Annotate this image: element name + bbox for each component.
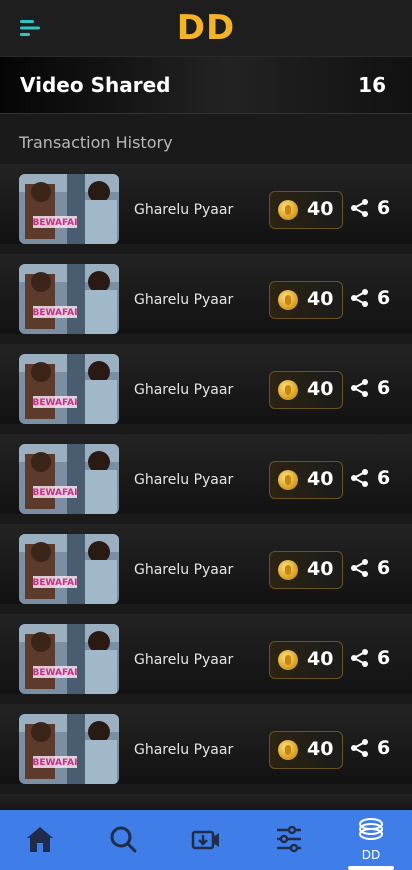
coin-icon <box>278 200 298 220</box>
share-count: 6 <box>377 467 391 489</box>
share-count: 6 <box>377 647 391 669</box>
coin-amount: 40 <box>307 198 334 220</box>
bottom-nav: DD <box>0 810 412 870</box>
thumbnail-title: BEWAFAI <box>33 668 78 678</box>
video-download-icon <box>191 830 219 850</box>
nav-dd-label: DD <box>361 848 381 862</box>
filter-sliders-icon <box>277 825 301 853</box>
coin-badge: 40 <box>269 191 343 229</box>
share-count: 6 <box>377 557 391 579</box>
coin-icon <box>278 740 298 760</box>
coin-icon <box>278 650 298 670</box>
video-thumbnail: BEWAFAI <box>19 354 119 424</box>
coin-amount: 40 <box>307 648 334 670</box>
transaction-row[interactable]: BEWAFAI Gharelu Pyaar 40 6 <box>0 524 412 604</box>
nav-video-download[interactable] <box>176 810 236 870</box>
transaction-list: BEWAFAI Gharelu Pyaar 40 6 BEWAFAI Ghare… <box>0 164 412 824</box>
video-shared-summary: Video Shared 16 <box>0 57 412 114</box>
video-title: Gharelu Pyaar <box>134 742 234 758</box>
share-icon[interactable] <box>350 648 370 668</box>
transaction-row[interactable]: BEWAFAI Gharelu Pyaar 40 6 <box>0 254 412 334</box>
video-title: Gharelu Pyaar <box>134 292 234 308</box>
video-title: Gharelu Pyaar <box>134 382 234 398</box>
coin-badge: 40 <box>269 641 343 679</box>
coin-badge: 40 <box>269 371 343 409</box>
nav-filters[interactable] <box>259 810 319 870</box>
coin-icon <box>278 380 298 400</box>
share-icon[interactable] <box>350 378 370 398</box>
coin-icon <box>278 560 298 580</box>
video-thumbnail: BEWAFAI <box>19 714 119 784</box>
thumbnail-title: BEWAFAI <box>33 758 78 768</box>
video-thumbnail: BEWAFAI <box>19 264 119 334</box>
coin-badge: 40 <box>269 551 343 589</box>
nav-dd[interactable]: DD <box>341 810 401 870</box>
transaction-row[interactable]: BEWAFAI Gharelu Pyaar 40 6 <box>0 164 412 244</box>
share-count: 6 <box>377 197 391 219</box>
share-icon[interactable] <box>350 738 370 758</box>
coin-amount: 40 <box>307 468 334 490</box>
transaction-row[interactable]: BEWAFAI Gharelu Pyaar 40 6 <box>0 344 412 424</box>
coin-badge: 40 <box>269 281 343 319</box>
thumbnail-title: BEWAFAI <box>33 578 78 588</box>
coin-amount: 40 <box>307 378 334 400</box>
share-count: 6 <box>377 377 391 399</box>
share-count: 6 <box>377 287 391 309</box>
video-thumbnail: BEWAFAI <box>19 444 119 514</box>
coin-amount: 40 <box>307 288 334 310</box>
coin-icon <box>278 290 298 310</box>
share-icon[interactable] <box>350 198 370 218</box>
video-title: Gharelu Pyaar <box>134 202 234 218</box>
coin-amount: 40 <box>307 738 334 760</box>
thumbnail-title: BEWAFAI <box>33 398 78 408</box>
share-icon[interactable] <box>350 288 370 308</box>
transaction-row[interactable]: BEWAFAI Gharelu Pyaar 40 6 <box>0 434 412 514</box>
video-title: Gharelu Pyaar <box>134 562 234 578</box>
video-thumbnail: BEWAFAI <box>19 624 119 694</box>
home-icon <box>27 827 53 852</box>
thumbnail-title: BEWAFAI <box>33 308 78 318</box>
coin-icon <box>278 470 298 490</box>
video-thumbnail: BEWAFAI <box>19 174 119 244</box>
video-shared-count: 16 <box>358 73 386 97</box>
coin-badge: 40 <box>269 461 343 499</box>
video-title: Gharelu Pyaar <box>134 652 234 668</box>
transaction-row[interactable]: BEWAFAI Gharelu Pyaar 40 6 <box>0 704 412 784</box>
coin-amount: 40 <box>307 558 334 580</box>
thumbnail-title: BEWAFAI <box>33 218 78 228</box>
video-thumbnail: BEWAFAI <box>19 534 119 604</box>
video-title: Gharelu Pyaar <box>134 472 234 488</box>
search-icon <box>110 826 137 853</box>
thumbnail-title: BEWAFAI <box>33 488 78 498</box>
nav-search[interactable] <box>93 810 153 870</box>
nav-home[interactable] <box>10 810 70 870</box>
coin-badge: 40 <box>269 731 343 769</box>
video-shared-label: Video Shared <box>20 73 171 97</box>
top-bar: DD <box>0 0 412 57</box>
transaction-row[interactable]: BEWAFAI Gharelu Pyaar 40 6 <box>0 614 412 694</box>
coins-stack-icon <box>359 818 383 840</box>
app-logo: DD <box>176 8 236 48</box>
share-icon[interactable] <box>350 558 370 578</box>
share-count: 6 <box>377 737 391 759</box>
share-icon[interactable] <box>350 468 370 488</box>
transaction-history-title: Transaction History <box>19 133 173 152</box>
active-tab-indicator <box>348 866 394 870</box>
